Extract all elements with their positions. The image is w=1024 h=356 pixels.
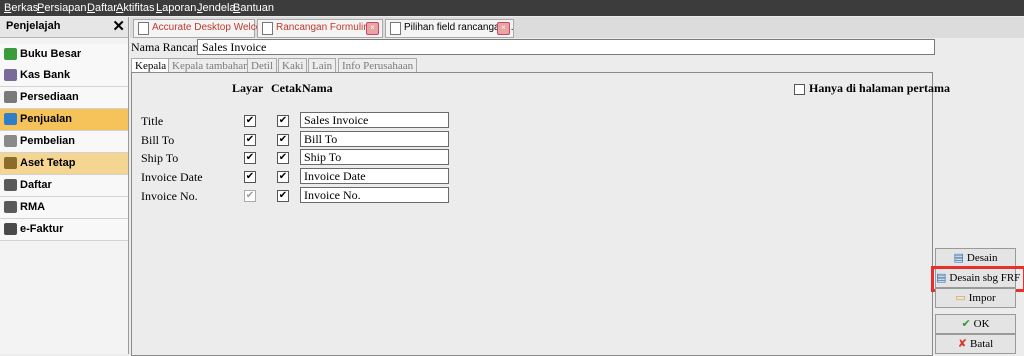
explorer-sidebar: Penjelajah ✕ Buku Besar Kas Bank Persedi… xyxy=(0,17,129,354)
sales-icon xyxy=(4,113,17,125)
tab-detil[interactable]: Detil xyxy=(247,58,277,73)
sidebar-item-label: Buku Besar xyxy=(20,48,82,60)
ok-label: OK xyxy=(973,318,990,330)
header-fields-panel: Layar Cetak Nama Hanya di halaman pertam… xyxy=(131,72,950,356)
sidebar-item-label: RMA xyxy=(20,201,46,213)
field-label: Ship To xyxy=(141,151,179,165)
layar-checkbox[interactable]: ✔ xyxy=(244,171,256,183)
menu-aktifitas[interactable]: Aktifitas xyxy=(116,2,155,14)
tab-close-icon[interactable]: × xyxy=(366,22,379,35)
sidebar-item-label: e-Faktur xyxy=(20,223,64,235)
document-tab-bar: Accurate Desktop Welcome Rancangan Formu… xyxy=(130,17,1024,38)
field-name-input[interactable]: Invoice Date xyxy=(300,168,449,184)
tab-info-perusahaan[interactable]: Info Perusahaan xyxy=(338,58,418,73)
menu-bantuan[interactable]: Bantuan xyxy=(233,2,274,14)
desain-button[interactable]: ▤ Desain xyxy=(935,248,1016,268)
close-icon[interactable]: ✕ xyxy=(112,17,125,35)
first-page-label: Hanya di halaman pertama xyxy=(809,81,951,95)
impor-button[interactable]: ▭ Impor xyxy=(935,288,1016,308)
form-name-row: Nama Rancangan: Sales Invoice xyxy=(131,39,935,55)
field-name-input[interactable]: Ship To xyxy=(300,149,449,165)
tab-close-icon[interactable]: × xyxy=(497,22,510,35)
inventory-icon xyxy=(4,91,17,103)
sidebar-item-label: Aset Tetap xyxy=(20,157,76,169)
cetak-checkbox[interactable]: ✔ xyxy=(277,152,289,164)
menu-daftar[interactable]: Daftar xyxy=(87,2,117,14)
field-name-input[interactable]: Invoice No. xyxy=(300,187,449,203)
batal-button[interactable]: ✘ Batal xyxy=(935,334,1016,354)
document-icon xyxy=(262,22,273,35)
desain-label: Desain xyxy=(966,252,998,264)
sidebar-item-pembelian[interactable]: Pembelian xyxy=(0,131,128,153)
form-name-field[interactable]: Sales Invoice xyxy=(197,39,935,55)
sidebar-item-persediaan[interactable]: Persediaan xyxy=(0,87,128,109)
column-nama: Nama xyxy=(302,81,333,95)
layar-checkbox[interactable]: ✔ xyxy=(244,190,256,202)
check-icon: ✔ xyxy=(961,317,971,330)
field-label: Invoice Date xyxy=(141,170,203,184)
sidebar-item-label: Pembelian xyxy=(20,135,76,147)
document-icon xyxy=(390,22,401,35)
explorer-header: Penjelajah ✕ xyxy=(0,17,128,38)
cetak-checkbox[interactable]: ✔ xyxy=(277,115,289,127)
tab-accurate-welcome[interactable]: Accurate Desktop Welcome xyxy=(133,19,275,38)
cross-icon: ✘ xyxy=(957,337,967,350)
field-name-input[interactable]: Bill To xyxy=(300,131,449,147)
cetak-checkbox[interactable]: ✔ xyxy=(277,190,289,202)
layar-checkbox[interactable]: ✔ xyxy=(244,152,256,164)
batal-label: Batal xyxy=(970,338,994,350)
cart-icon xyxy=(4,135,17,147)
sidebar-item-rma[interactable]: RMA xyxy=(0,197,128,219)
sidebar-item-daftar[interactable]: Daftar xyxy=(0,175,128,197)
first-page-only-option[interactable]: Hanya di halaman pertama xyxy=(794,81,950,96)
sidebar-item-buku-besar[interactable]: Buku Besar xyxy=(0,44,128,66)
ledger-icon xyxy=(4,48,17,60)
layar-checkbox[interactable]: ✔ xyxy=(244,115,256,127)
field-label: Title xyxy=(141,114,164,128)
design-icon: ▤ xyxy=(953,251,964,264)
menu-jendela[interactable]: Jendela xyxy=(197,2,236,14)
column-cetak: Cetak xyxy=(271,81,302,95)
tab-rancangan-formulir[interactable]: Rancangan Formulir × xyxy=(257,19,383,38)
sidebar-item-aset-tetap[interactable]: Aset Tetap xyxy=(0,153,128,175)
list-icon xyxy=(4,179,17,191)
cetak-checkbox[interactable]: ✔ xyxy=(277,171,289,183)
field-name-input[interactable]: Sales Invoice xyxy=(300,112,449,128)
menu-laporan[interactable]: Laporan xyxy=(156,2,196,14)
tab-label: Rancangan Formulir xyxy=(276,22,367,33)
sidebar-item-label: Penjualan xyxy=(20,113,72,125)
sidebar-item-label: Kas Bank xyxy=(20,69,71,81)
document-icon xyxy=(138,22,149,35)
sidebar-item-e-faktur[interactable]: e-Faktur xyxy=(0,219,128,241)
tab-kepala-tambahan[interactable]: Kepala tambahan xyxy=(168,58,253,73)
bank-icon xyxy=(4,69,17,81)
folder-icon: ▭ xyxy=(955,291,966,304)
column-layar: Layar xyxy=(232,81,264,95)
cetak-checkbox[interactable]: ✔ xyxy=(277,134,289,146)
first-page-checkbox[interactable] xyxy=(794,83,805,95)
layar-checkbox[interactable]: ✔ xyxy=(244,134,256,146)
sidebar-item-label: Daftar xyxy=(20,179,52,191)
menu-bar: Berkas Persiapan Daftar Aktifitas Lapora… xyxy=(0,0,1024,16)
ok-button[interactable]: ✔ OK xyxy=(935,314,1016,334)
efaktur-icon xyxy=(4,223,17,235)
menu-berkas[interactable]: Berkas xyxy=(4,2,38,14)
house-icon xyxy=(4,157,17,169)
sidebar-item-penjualan[interactable]: Penjualan xyxy=(0,109,128,131)
sidebar-item-kas-bank[interactable]: Kas Bank xyxy=(0,65,128,87)
tab-pilihan-field[interactable]: Pilihan field rancangan... × xyxy=(385,19,514,38)
menu-persiapan[interactable]: Persiapan xyxy=(37,2,87,14)
rma-icon xyxy=(4,201,17,213)
field-label: Bill To xyxy=(141,133,175,147)
impor-label: Impor xyxy=(968,292,996,304)
explorer-title: Penjelajah xyxy=(6,20,61,32)
tab-lain[interactable]: Lain xyxy=(308,58,337,73)
tab-kaki[interactable]: Kaki xyxy=(278,58,308,73)
field-label: Invoice No. xyxy=(141,189,198,203)
sidebar-item-label: Persediaan xyxy=(20,91,79,103)
